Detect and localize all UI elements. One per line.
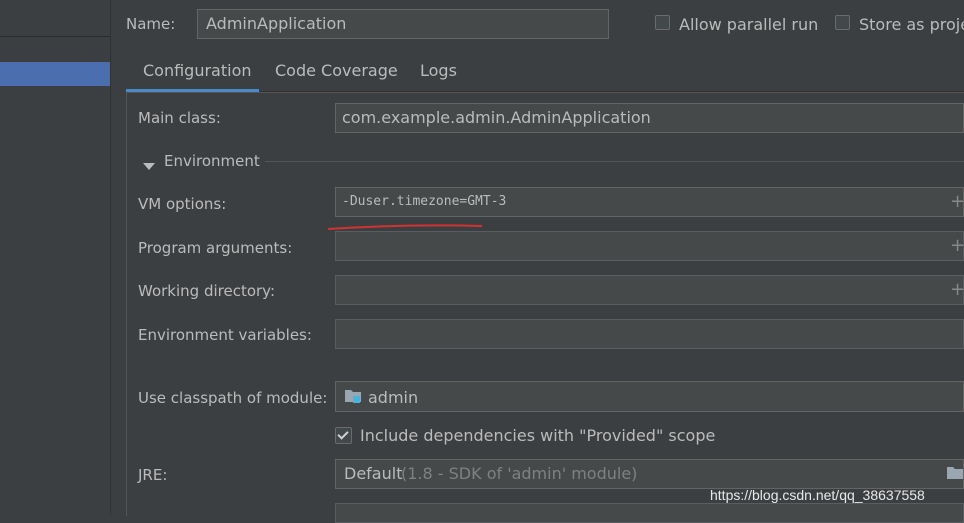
vm-options-input[interactable]: -Duser.timezone=GMT-3 (335, 187, 964, 217)
jre-value: Default (344, 464, 403, 483)
sidebar-divider (0, 36, 110, 37)
tab-logs[interactable]: Logs (420, 61, 457, 81)
jre-label: JRE: (138, 466, 168, 484)
watermark-text: https://blog.csdn.net/qq_38637558 (710, 487, 925, 503)
tab-configuration[interactable]: Configuration (143, 61, 252, 81)
environment-divider (265, 161, 964, 162)
shorten-command-line-select[interactable] (335, 503, 964, 523)
main-class-input[interactable]: com.example.admin.AdminApplication (335, 103, 964, 133)
working-directory-label: Working directory: (138, 282, 276, 300)
classpath-label: Use classpath of module: (138, 389, 328, 407)
folder-icon[interactable] (946, 466, 964, 484)
environment-variables-input[interactable] (335, 319, 964, 349)
allow-parallel-checkbox[interactable] (655, 15, 670, 30)
jre-detail: (1.8 - SDK of 'admin' module) (401, 464, 638, 483)
working-directory-input[interactable] (335, 275, 964, 305)
program-arguments-label: Program arguments: (138, 239, 293, 257)
tab-code-coverage[interactable]: Code Coverage (275, 61, 398, 81)
expand-plus-icon[interactable]: + (950, 193, 964, 211)
expand-plus-icon[interactable]: + (950, 237, 964, 255)
triangle-down-icon[interactable] (143, 157, 155, 175)
classpath-module-value: admin (368, 388, 419, 407)
sidebar-selected-item[interactable] (0, 62, 110, 86)
include-dependencies-checkbox[interactable] (335, 427, 352, 444)
program-arguments-input[interactable] (335, 231, 964, 261)
classpath-module-select[interactable] (335, 381, 964, 412)
store-as-project-label: Store as projec (859, 15, 964, 34)
name-input[interactable]: AdminApplication (197, 9, 609, 39)
expand-plus-icon[interactable]: + (950, 281, 964, 299)
vm-options-label: VM options: (138, 195, 227, 213)
environment-section-label: Environment (164, 152, 260, 170)
module-folder-icon (344, 388, 362, 408)
store-as-project-checkbox[interactable] (835, 15, 850, 30)
environment-variables-label: Environment variables: (138, 326, 312, 344)
allow-parallel-label: Allow parallel run (679, 15, 819, 34)
main-class-label: Main class: (138, 109, 221, 127)
name-label: Name: (126, 15, 176, 33)
include-dependencies-label: Include dependencies with "Provided" sco… (360, 426, 716, 445)
